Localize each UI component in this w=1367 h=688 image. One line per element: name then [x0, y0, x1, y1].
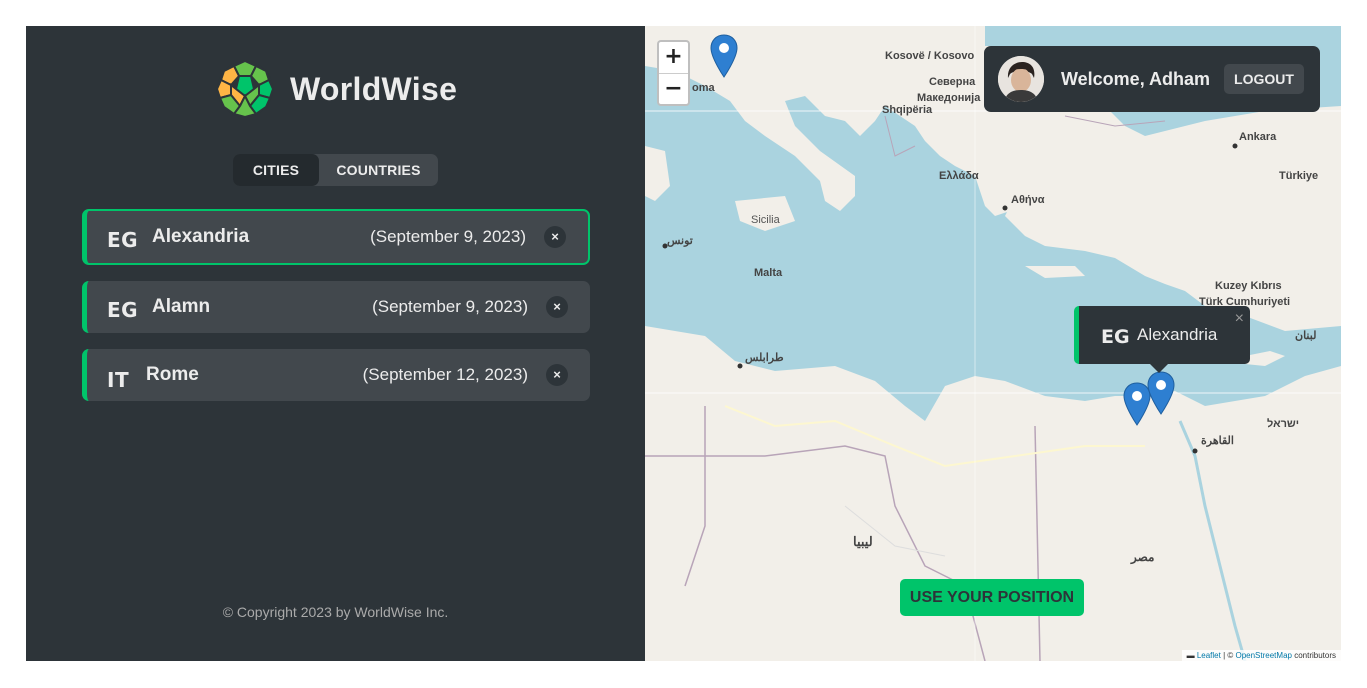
delete-city-button[interactable]: × [544, 226, 566, 248]
city-item[interactable]: EG Alamn (September 9, 2023) × [82, 281, 590, 333]
city-flag-code: EG [107, 228, 139, 252]
user-avatar-icon [998, 56, 1044, 102]
city-date: (September 9, 2023) [370, 227, 526, 246]
map[interactable]: Kosovë / Kosovo Северна Македонија Shqip… [645, 26, 1341, 661]
map-label: Ελλάδα [939, 170, 979, 182]
map-label: ישראל [1267, 418, 1300, 430]
ukraine-flag-icon: ▬ [1186, 651, 1197, 660]
map-label: Kuzey Kıbrıs [1215, 280, 1282, 292]
leaflet-link[interactable]: Leaflet [1197, 651, 1221, 660]
close-icon[interactable]: × [1235, 310, 1244, 328]
sidebar: WorldWise CITIES COUNTRIES EG Alexandria… [26, 26, 645, 661]
popup-flag-code: EG [1101, 326, 1130, 348]
city-item[interactable]: IT Rome (September 12, 2023) × [82, 349, 590, 401]
delete-city-button[interactable]: × [546, 296, 568, 318]
map-label: تونس [667, 235, 693, 247]
city-date: (September 9, 2023) [372, 297, 528, 316]
logo[interactable]: WorldWise [216, 60, 457, 118]
map-label: Kosovë / Kosovo [885, 50, 975, 62]
city-name: Rome [146, 364, 199, 385]
map-label: Северна [929, 76, 976, 88]
map-label: القاهرة [1201, 435, 1234, 447]
city-popup: EG Alexandria × [1074, 306, 1250, 364]
city-name: Alexandria [152, 226, 250, 247]
city-flag-code: EG [107, 298, 139, 322]
map-attribution: ▬ Leaflet | © OpenStreetMap contributors [1181, 650, 1341, 661]
zoom-in-button[interactable]: + [659, 42, 688, 74]
tabs: CITIES COUNTRIES [233, 154, 438, 186]
map-label: مصر [1131, 550, 1155, 564]
avatar [998, 56, 1044, 102]
map-label: Sicilia [751, 214, 780, 226]
attribution-separator: | © [1220, 651, 1236, 660]
map-label: Αθήνα [1011, 194, 1045, 206]
logout-button[interactable]: LOGOUT [1224, 64, 1304, 94]
city-list: EG Alexandria (September 9, 2023) × EG A… [82, 209, 590, 417]
city-flag-code: IT [107, 368, 130, 392]
tab-countries[interactable]: COUNTRIES [319, 154, 438, 186]
city-item[interactable]: EG Alexandria (September 9, 2023) × [82, 209, 590, 265]
map-label: ليبيا [853, 534, 873, 549]
popup-tip [1149, 363, 1169, 373]
use-your-position-button[interactable]: USE YOUR POSITION [900, 579, 1084, 616]
osm-link[interactable]: OpenStreetMap [1235, 651, 1291, 660]
map-label: oma [692, 82, 715, 94]
map-label: طرابلس [745, 352, 784, 364]
app-root: WorldWise CITIES COUNTRIES EG Alexandria… [26, 26, 1341, 661]
copyright: © Copyright 2023 by WorldWise Inc. [222, 604, 449, 620]
tab-cities[interactable]: CITIES [233, 154, 319, 186]
zoom-out-button[interactable]: − [659, 74, 688, 105]
welcome-text: Welcome, Adham [1061, 69, 1211, 89]
app-name: WorldWise [290, 70, 458, 107]
map-label: Shqipëria [882, 104, 933, 116]
map-label: Türkiye [1279, 170, 1319, 182]
map-marker-pin-icon[interactable] [710, 34, 738, 78]
user-panel: Welcome, Adham LOGOUT [984, 46, 1320, 112]
map-label: Ankara [1239, 131, 1277, 143]
popup-city-name: Alexandria [1137, 325, 1218, 344]
city-date: (September 12, 2023) [362, 365, 528, 384]
map-label: Malta [754, 267, 783, 279]
city-name: Alamn [152, 296, 211, 317]
globe-logo-icon [216, 60, 274, 118]
map-marker-pin-icon[interactable] [1147, 371, 1175, 415]
delete-city-button[interactable]: × [546, 364, 568, 386]
map-label: Македонија [917, 92, 981, 104]
attribution-suffix: contributors [1291, 651, 1336, 660]
map-label: لبنان [1295, 330, 1317, 342]
zoom-control: + − [657, 40, 690, 106]
